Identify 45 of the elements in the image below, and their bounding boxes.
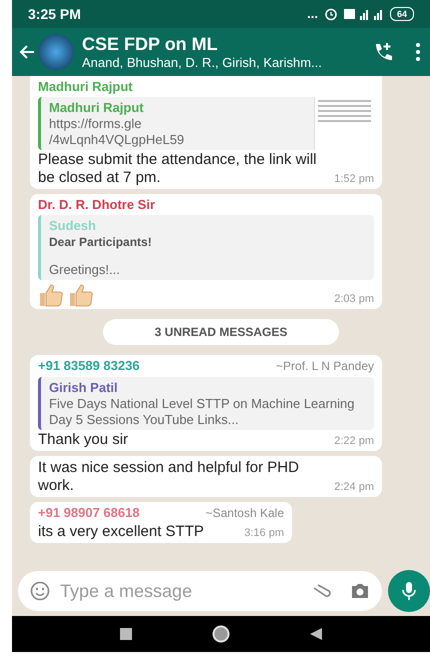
quoted-text: /4wLqnh4VQLgpHeL59 [49,132,186,148]
quoted-text: Day 5 Sessions YouTube Links... [49,412,240,428]
message-text: its a very excellent STTP [38,523,205,541]
message-time: 3:16 pm [243,526,284,540]
unread-messages-label: 3 UNREAD MESSAGES [102,319,340,345]
message-time: 2:22 pm [333,434,374,448]
alarm-icon [324,7,338,21]
microphone-icon [402,581,416,601]
message-time: 1:52 pm [333,172,374,186]
quoted-text: Greetings!... [49,262,121,278]
quoted-author: Girish Patil [49,379,119,396]
back-arrow-icon [18,43,36,61]
message-composer[interactable]: Type a message [18,571,382,611]
sender-name: Madhuri Rajput [38,78,133,95]
sender-alias: ~Prof. L N Pandey [275,358,374,375]
quoted-author: Madhuri Rajput [49,99,145,116]
quoted-text: https://forms.gle [49,116,142,132]
voice-message-button[interactable] [388,570,430,612]
sender-alias: ~Santosh Kale [204,505,284,522]
sender-name: +91 83589 83236 [38,357,140,374]
signal-icon [344,8,384,20]
more-options-icon [416,43,420,61]
message-input[interactable]: Type a message [60,578,310,604]
status-time: 3:25 PM [28,4,81,24]
message-time: 2:24 pm [333,480,374,494]
message-text: Thank you sir [38,431,130,449]
sender-name: Dr. D. R. Dhotre Sir [38,196,156,213]
chat-title[interactable]: CSE FDP on ML [82,34,322,54]
quoted-text: Five Days National Level STTP on Machine Learning [49,396,356,412]
back-button[interactable] [18,43,36,61]
status-dots: ... [307,5,318,24]
emoji-icon[interactable] [30,581,50,601]
camera-icon[interactable] [350,583,370,599]
quoted-author: Sudesh [49,217,97,234]
back-icon[interactable] [310,628,322,640]
chat-members[interactable]: Anand, Bhushan, D. R., Girish, Karishm... [82,54,322,70]
message-text: It was nice session and helpful for PHD work. [38,459,300,495]
message-time: 2:03 pm [333,292,374,306]
group-avatar[interactable] [38,34,74,70]
quoted-heading: Dear Participants! [49,234,153,250]
home-icon[interactable] [212,625,230,643]
battery-level: 64 [390,7,414,21]
sender-name: +91 98907 68618 [38,504,140,521]
more-options-button[interactable] [416,43,420,61]
message-text: Please submit the attendance, the link will be closed at 7 pm. [38,151,318,187]
